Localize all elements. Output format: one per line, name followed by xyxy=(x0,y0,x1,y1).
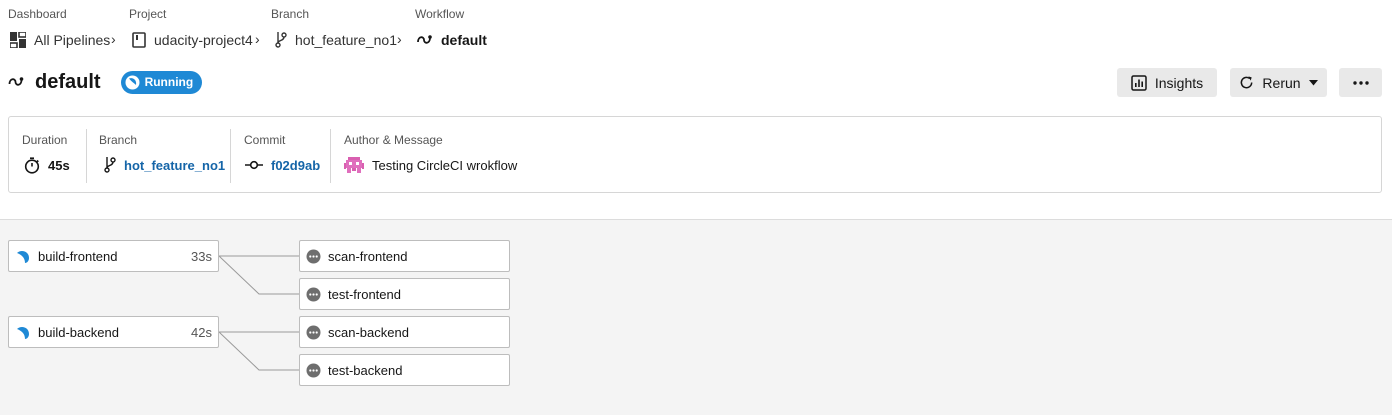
breadcrumb-label-project: Project xyxy=(129,7,167,21)
queued-icon xyxy=(306,249,321,264)
job-build-frontend[interactable]: build-frontend 33s xyxy=(8,240,219,272)
job-test-backend[interactable]: test-backend xyxy=(299,354,510,386)
breadcrumb-separator: › xyxy=(255,31,260,47)
branch-icon xyxy=(104,156,116,174)
workflow-icon xyxy=(417,33,433,47)
breadcrumb-label-workflow: Workflow xyxy=(415,7,465,21)
breadcrumb-workflow: default xyxy=(417,31,487,49)
breadcrumb-all-pipelines-label: All Pipelines xyxy=(34,32,111,48)
rerun-button[interactable]: Rerun xyxy=(1230,68,1327,97)
refresh-icon xyxy=(1239,75,1254,90)
author-avatar xyxy=(344,156,364,174)
queued-icon xyxy=(306,363,321,378)
page-title: default xyxy=(35,70,101,93)
breadcrumb-all-pipelines[interactable]: All Pipelines xyxy=(10,31,110,49)
commit-label: Commit xyxy=(244,133,286,147)
branch-icon xyxy=(275,31,287,49)
workflow-graph: build-frontend 33s scan-frontend test-fr… xyxy=(0,219,1392,415)
author-message-label: Author & Message xyxy=(344,133,443,147)
duration-label: Duration xyxy=(22,133,68,147)
commit-message: Testing CircleCI wrokflow xyxy=(372,157,518,173)
status-badge-label: Running xyxy=(144,75,194,89)
caret-down-icon xyxy=(1308,79,1318,86)
job-scan-frontend[interactable]: scan-frontend xyxy=(299,240,510,272)
divider xyxy=(330,129,331,183)
breadcrumb-workflow-label: default xyxy=(441,32,487,48)
job-name: scan-backend xyxy=(328,324,409,340)
insights-button[interactable]: Insights xyxy=(1117,68,1217,97)
duration-text: 45s xyxy=(48,157,70,173)
breadcrumb-separator: › xyxy=(111,31,116,47)
queued-icon xyxy=(306,325,321,340)
running-icon xyxy=(15,248,31,264)
breadcrumb-label-branch: Branch xyxy=(271,7,310,21)
job-duration: 42s xyxy=(191,324,212,340)
dashboard-icon xyxy=(10,32,26,48)
bar-chart-icon xyxy=(1131,74,1147,91)
job-scan-backend[interactable]: scan-backend xyxy=(299,316,510,348)
breadcrumb-label-dashboard: Dashboard xyxy=(8,7,67,21)
job-test-frontend[interactable]: test-frontend xyxy=(299,278,510,310)
author-message-value: Testing CircleCI wrokflow xyxy=(344,156,517,174)
running-icon xyxy=(15,324,31,340)
breadcrumb-branch-label: hot_feature_no1 xyxy=(295,32,397,48)
divider xyxy=(86,129,87,183)
more-icon xyxy=(1352,80,1369,85)
workflow-header: default Running xyxy=(8,68,203,96)
running-icon xyxy=(125,75,140,90)
branch-link[interactable]: hot_feature_no1 xyxy=(124,158,225,173)
job-build-backend[interactable]: build-backend 42s xyxy=(8,316,219,348)
job-name: test-frontend xyxy=(328,286,401,302)
workflow-summary-card: Duration 45s Branch hot_feature_no1 Comm… xyxy=(8,116,1382,193)
breadcrumb-project[interactable]: udacity-project4 xyxy=(132,31,253,49)
rerun-button-label: Rerun xyxy=(1262,74,1301,91)
commit-link[interactable]: f02d9ab xyxy=(271,158,320,173)
job-name: build-frontend xyxy=(38,248,118,264)
insights-button-label: Insights xyxy=(1154,74,1204,91)
breadcrumb-branch[interactable]: hot_feature_no1 xyxy=(275,31,397,49)
job-name: scan-frontend xyxy=(328,248,408,264)
branch-info-label: Branch xyxy=(99,133,138,147)
commit-icon xyxy=(245,160,263,170)
queued-icon xyxy=(306,287,321,302)
status-badge: Running xyxy=(120,70,203,94)
project-icon xyxy=(132,32,146,48)
breadcrumb-project-label: udacity-project4 xyxy=(154,32,253,48)
branch-info-value[interactable]: hot_feature_no1 xyxy=(104,156,225,174)
job-name: build-backend xyxy=(38,324,119,340)
breadcrumb-separator: › xyxy=(397,31,402,47)
job-duration: 33s xyxy=(191,248,212,264)
stopwatch-icon xyxy=(24,156,40,174)
duration-value: 45s xyxy=(24,156,70,174)
workflow-icon xyxy=(8,75,25,89)
divider xyxy=(230,129,231,183)
commit-value[interactable]: f02d9ab xyxy=(245,156,320,174)
more-options-button[interactable] xyxy=(1339,68,1382,97)
job-name: test-backend xyxy=(328,362,403,378)
